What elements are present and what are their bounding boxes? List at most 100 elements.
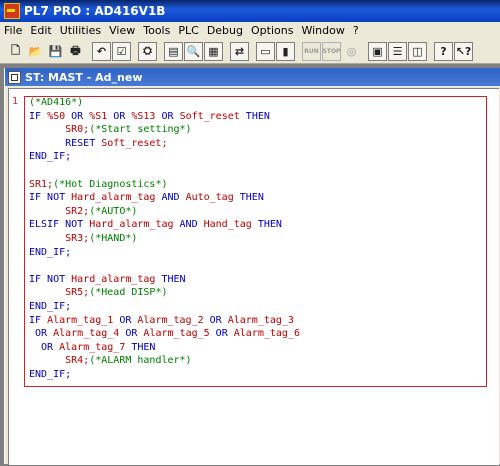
code-line[interactable]: IF NOT Hard_alarm_tag AND Auto_tag THEN <box>29 191 300 205</box>
keyword: OR <box>65 110 90 122</box>
validate-icon[interactable]: ☑ <box>112 41 131 61</box>
variable: Soft_reset; <box>101 137 168 149</box>
keyword: THEN <box>233 192 264 204</box>
comment: (*ALARM handler*) <box>89 355 192 367</box>
menu-debug[interactable]: Debug <box>203 24 247 37</box>
keyword: IF <box>29 110 48 122</box>
code-line[interactable]: END_IF; <box>29 246 300 260</box>
variable: SR4; <box>65 355 90 367</box>
pl7-app-icon <box>4 3 20 19</box>
menu-bar: File Edit Utilities View Tools PLC Debug Option… <box>0 22 500 39</box>
variable: Hard_alarm_tag <box>71 273 156 285</box>
keyword: THEN <box>239 110 270 122</box>
comment: (*HAND*) <box>89 232 138 244</box>
code-editor[interactable]: 1 (*AD416*) IF %S0 OR %S1 OR %S13 OR Soft… <box>8 88 499 466</box>
code-line[interactable]: SR0;(*Start setting*) <box>29 123 300 137</box>
menu-window[interactable]: Window <box>297 24 348 37</box>
analyze-icon[interactable]: ⛭ <box>138 41 157 61</box>
browser-icon[interactable]: ▤ <box>164 41 183 61</box>
keyword: IF NOT <box>29 192 72 204</box>
monitor-icon[interactable]: ▮ <box>276 41 295 61</box>
keyword: OR <box>107 110 132 122</box>
menu-edit[interactable]: Edit <box>26 24 55 37</box>
keyword: END_IF; <box>29 300 72 312</box>
keyword: RESET <box>65 137 102 149</box>
code-line[interactable]: SR1;(*Hot Diagnostics*) <box>29 178 300 192</box>
code-line[interactable]: SR2;(*AUTO*) <box>29 205 300 219</box>
variable: SR1; <box>29 178 54 190</box>
code-line[interactable]: END_IF; <box>29 150 300 164</box>
code-line[interactable]: END_IF; <box>29 300 300 314</box>
app-title-bar: PL7 PRO : AD416V1B <box>0 0 500 22</box>
menu-options[interactable]: Options <box>247 24 297 37</box>
cascade-windows-icon[interactable]: ▣ <box>368 41 387 61</box>
keyword: END_IF; <box>29 151 72 163</box>
code-line[interactable]: SR5;(*Head DISP*) <box>29 286 300 300</box>
menu-plc[interactable]: PLC <box>174 24 202 37</box>
print-icon[interactable]: 🖶 <box>66 42 85 61</box>
keyword: END_IF; <box>29 246 72 258</box>
menu-utilities[interactable]: Utilities <box>56 24 105 37</box>
variable: Hard_alarm_tag <box>89 219 174 231</box>
tile-vertical-icon[interactable]: ◫ <box>408 41 427 61</box>
code-area[interactable]: (*AD416*) IF %S0 OR %S1 OR %S13 OR Soft_r… <box>29 96 300 381</box>
tile-horizontal-icon[interactable]: ☰ <box>388 41 407 61</box>
variable: Hand_tag <box>203 219 252 231</box>
save-icon[interactable]: 💾 <box>46 42 65 61</box>
code-line[interactable]: OR Alarm_tag_4 OR Alarm_tag_5 OR Alarm_t… <box>29 327 300 341</box>
code-line[interactable]: OR Alarm_tag_7 THEN <box>29 341 300 355</box>
code-line[interactable]: SR4;(*ALARM handler*) <box>29 354 300 368</box>
code-line[interactable]: END_IF; <box>29 368 300 382</box>
keyword: THEN <box>155 273 186 285</box>
editor-window: ST: MAST - Ad_new 1 (*AD416*) IF %S0 OR %… <box>4 68 500 466</box>
keyword: OR <box>113 314 138 326</box>
code-line[interactable]: IF NOT Hard_alarm_tag THEN <box>29 273 300 287</box>
keyword: OR <box>209 328 234 340</box>
run-icon: RUN <box>302 41 321 61</box>
variable: SR0; <box>65 124 90 136</box>
code-line[interactable] <box>29 164 300 178</box>
keyword: OR <box>29 328 54 340</box>
code-line[interactable]: RESET Soft_reset; <box>29 137 300 151</box>
variable: SR2; <box>65 205 90 217</box>
init-icon: ◎ <box>346 44 357 58</box>
editor-title-bar[interactable]: ST: MAST - Ad_new <box>5 68 500 86</box>
code-line[interactable]: SR3;(*HAND*) <box>29 232 300 246</box>
menu-file[interactable]: File <box>0 24 26 37</box>
menu-help[interactable]: ? <box>349 24 363 37</box>
library-icon[interactable]: ▦ <box>204 41 223 61</box>
keyword: OR <box>155 110 180 122</box>
code-line[interactable]: IF Alarm_tag_1 OR Alarm_tag_2 OR Alarm_t… <box>29 314 300 328</box>
transfer-icon[interactable]: ⇄ <box>230 41 249 61</box>
keyword: OR <box>203 314 228 326</box>
open-folder-icon[interactable]: 📂 <box>26 42 45 61</box>
variable: Alarm_tag_4 <box>53 328 120 340</box>
code-line[interactable]: ELSIF NOT Hard_alarm_tag AND Hand_tag TH… <box>29 218 300 232</box>
keyword: IF NOT <box>29 273 72 285</box>
new-file-icon[interactable]: 🗋 <box>6 42 25 61</box>
menu-tools[interactable]: Tools <box>139 24 174 37</box>
keyword: THEN <box>251 219 282 231</box>
comment: (*AD416*) <box>29 97 84 108</box>
code-line[interactable]: IF %S0 OR %S1 OR %S13 OR Soft_reset THEN <box>29 110 300 124</box>
menu-view[interactable]: View <box>105 24 139 37</box>
stop-icon: STOP <box>322 41 341 61</box>
variable: %S13 <box>131 110 156 122</box>
variable: Alarm_tag_6 <box>233 328 300 340</box>
help-icon[interactable]: ? <box>434 41 453 61</box>
variable: %S1 <box>89 110 108 122</box>
code-line[interactable] <box>29 259 300 273</box>
context-help-icon[interactable]: ↖? <box>454 41 473 61</box>
keyword: END_IF; <box>29 368 72 380</box>
connect-icon[interactable]: ▭ <box>256 41 275 61</box>
find-icon[interactable]: 🔍 <box>184 41 203 61</box>
keyword: AND <box>173 219 204 231</box>
undo-icon[interactable]: ↶ <box>92 41 111 61</box>
code-line[interactable]: (*AD416*) <box>29 96 300 110</box>
keyword: IF <box>29 314 48 326</box>
